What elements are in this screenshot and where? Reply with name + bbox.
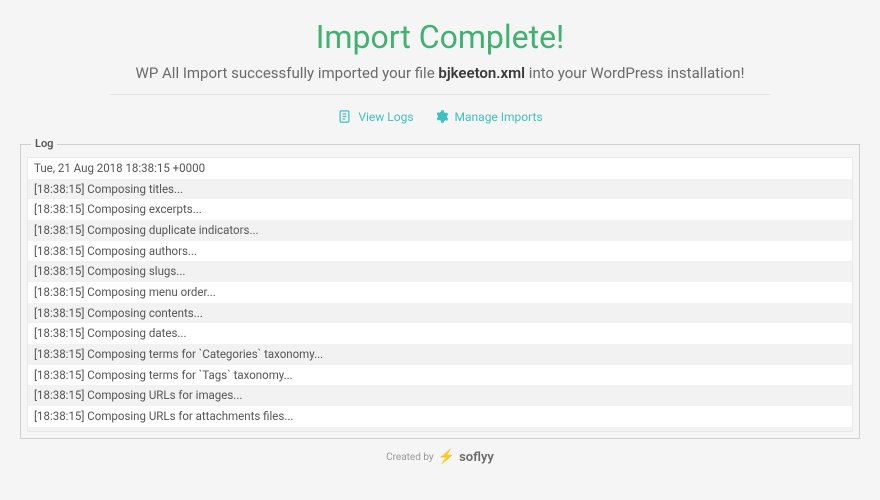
log-line: [18:38:15] Composing slugs... xyxy=(28,261,852,282)
log-line: Tue, 21 Aug 2018 18:38:15 +0000 xyxy=(28,158,852,179)
bolt-icon: ⚡ xyxy=(438,449,455,465)
subtitle-prefix: WP All Import successfully imported your… xyxy=(136,64,439,82)
view-logs-label: View Logs xyxy=(358,110,413,124)
log-line: [18:38:15] Composing terms for `Tags` ta… xyxy=(28,365,852,386)
log-scroll-area[interactable]: Tue, 21 Aug 2018 18:38:15 +0000[18:38:15… xyxy=(27,157,853,432)
page-title: Import Complete! xyxy=(20,18,860,56)
log-line: [18:38:15] Composing authors... xyxy=(28,241,852,262)
log-line: [18:38:15] Composing URLs for attachment… xyxy=(28,406,852,427)
imported-filename: bjkeeton.xml xyxy=(438,64,525,82)
log-line: [18:38:15] Composing excerpts... xyxy=(28,199,852,220)
document-icon xyxy=(337,109,352,124)
log-line: [18:38:15] Composing URLs for images... xyxy=(28,385,852,406)
log-line: [18:38:15] Composing duplicate indicator… xyxy=(28,220,852,241)
subtitle-suffix: into your WordPress installation! xyxy=(525,64,744,82)
view-logs-link[interactable]: View Logs xyxy=(337,109,413,124)
footer: Created by ⚡ soflyy xyxy=(20,449,860,465)
manage-imports-label: Manage Imports xyxy=(455,110,543,124)
brand-name: soflyy xyxy=(459,450,494,465)
log-line: [18:38:15] Composing unique keys... xyxy=(28,427,852,432)
log-line: [18:38:15] Composing terms for `Categori… xyxy=(28,344,852,365)
manage-imports-link[interactable]: Manage Imports xyxy=(434,109,543,124)
divider xyxy=(110,94,770,95)
gear-icon xyxy=(434,109,449,124)
created-by-label: Created by xyxy=(386,452,434,463)
log-panel: Log Tue, 21 Aug 2018 18:38:15 +0000[18:3… xyxy=(20,144,860,439)
log-panel-label: Log xyxy=(31,137,57,150)
log-line: [18:38:15] Composing dates... xyxy=(28,323,852,344)
log-line: [18:38:15] Composing titles... xyxy=(28,179,852,200)
log-line: [18:38:15] Composing menu order... xyxy=(28,282,852,303)
success-message: WP All Import successfully imported your… xyxy=(20,64,860,82)
actions-bar: View Logs Manage Imports xyxy=(20,109,860,124)
log-line: [18:38:15] Composing contents... xyxy=(28,303,852,324)
